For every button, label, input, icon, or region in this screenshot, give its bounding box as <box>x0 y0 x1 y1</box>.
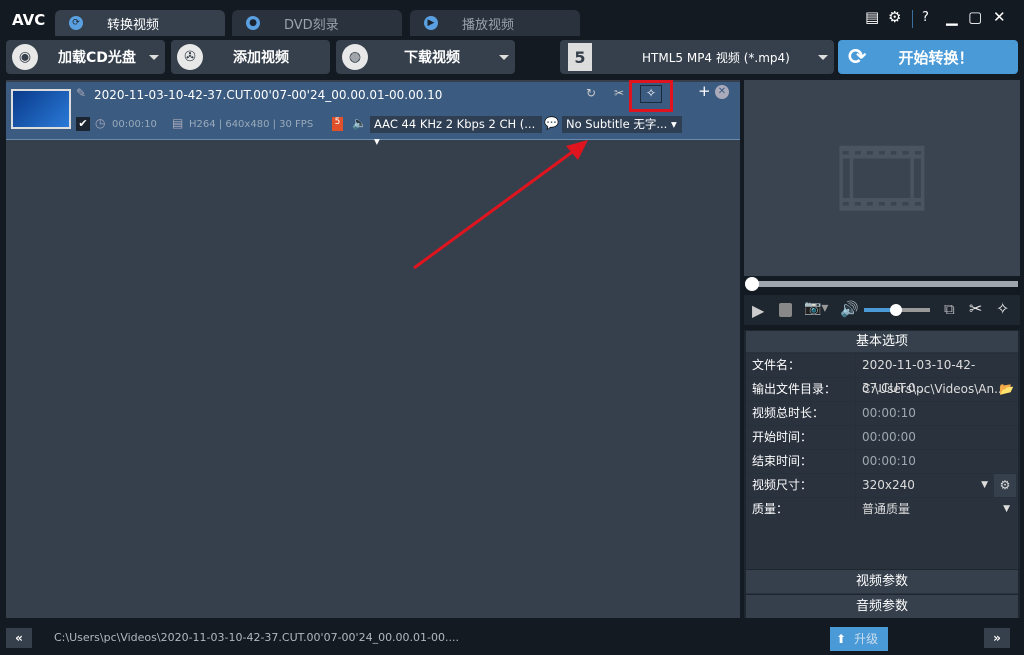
effects-wand-icon[interactable]: ✧ <box>996 299 1009 318</box>
collapse-left-button[interactable]: « <box>6 628 32 648</box>
option-row: 开始时间： 00:00:00 <box>746 425 1018 449</box>
value-text: C:\Users\pc\Videos\An... <box>862 382 1006 396</box>
chevron-down-icon[interactable]: ▼ <box>1003 498 1010 521</box>
film-reel-icon: 🎞 <box>824 125 940 231</box>
option-row: 质量： 普通质量 ▼ <box>746 497 1018 521</box>
seek-bar[interactable] <box>746 281 1018 287</box>
option-row: 文件名： 2020-11-03-10-42-37.CUT.0... <box>746 353 1018 395</box>
start-convert-button[interactable]: ⟳ 开始转换！ <box>838 40 1018 74</box>
option-value: 00:00:00 <box>856 426 1018 449</box>
option-row: 视频尺寸： 320x240 ▼ ⚙ <box>746 473 1018 497</box>
option-row: 结束时间： 00:00:10 <box>746 449 1018 473</box>
arrow-up-icon: ⬆ <box>836 632 847 646</box>
option-label: 文件名： <box>746 354 856 377</box>
label: 开始转换！ <box>898 48 974 67</box>
divider <box>912 10 913 28</box>
volume-handle[interactable] <box>890 304 902 316</box>
option-label: 开始时间： <box>746 426 856 449</box>
value-text: 00:00:00 <box>862 430 916 444</box>
seek-handle[interactable] <box>745 277 759 291</box>
options-title: 基本选项 <box>746 331 1018 352</box>
option-value: 00:00:10 <box>856 450 1018 473</box>
option-value[interactable]: C:\Users\pc\Videos\An... 📂 <box>856 378 1018 401</box>
snapshot-icon[interactable]: 📷▾ <box>804 300 828 316</box>
audio-params-button[interactable]: 音频参数 <box>746 594 1018 618</box>
folder-icon[interactable]: 📂 <box>999 378 1014 401</box>
preview-area: 🎞 <box>744 80 1020 276</box>
close-button[interactable]: ✕ <box>993 8 1006 26</box>
option-label: 视频尺寸： <box>746 474 856 497</box>
status-path: C:\Users\pc\Videos\2020-11-03-10-42-37.C… <box>54 631 460 644</box>
option-label: 质量： <box>746 498 856 521</box>
option-label: 输出文件目录： <box>746 378 856 401</box>
stop-button[interactable] <box>779 303 792 317</box>
value-text: 320x240 <box>862 478 915 492</box>
value-text: 00:00:10 <box>862 406 916 420</box>
register-icon[interactable]: ▤ <box>865 8 879 26</box>
option-row: 视频总时长： 00:00:10 <box>746 401 1018 425</box>
option-label: 视频总时长： <box>746 402 856 425</box>
upgrade-button[interactable]: ⬆ 升级 <box>830 627 888 651</box>
option-row: 输出文件目录： C:\Users\pc\Videos\An... 📂 <box>746 377 1018 401</box>
window-mode-icon[interactable]: ⧉ <box>944 300 955 318</box>
collapse-right-button[interactable]: » <box>984 628 1010 648</box>
label: 升级 <box>854 632 879 646</box>
refresh-icon: ⟳ <box>848 44 867 70</box>
gear-icon[interactable]: ⚙ <box>888 8 901 26</box>
minimize-button[interactable]: ▁ <box>946 8 958 26</box>
value-text: 00:00:10 <box>862 454 916 468</box>
option-value[interactable]: 2020-11-03-10-42-37.CUT.0... <box>856 354 1018 395</box>
annotation-arrow <box>413 140 588 270</box>
option-value[interactable]: 普通质量 ▼ <box>856 498 1018 521</box>
video-params-button[interactable]: 视频参数 <box>746 569 1018 593</box>
chevron-down-icon <box>818 55 828 60</box>
chevron-down-icon[interactable]: ▼ <box>981 474 988 497</box>
maximize-button[interactable]: ▢ <box>968 8 982 26</box>
value-text: 普通质量 <box>862 502 911 516</box>
volume-icon[interactable]: 🔊 <box>840 300 859 318</box>
play-button[interactable]: ▶ <box>752 301 764 320</box>
scissors-icon[interactable]: ✂ <box>969 299 982 318</box>
option-label: 结束时间： <box>746 450 856 473</box>
help-button[interactable]: ? <box>922 10 929 25</box>
option-value: 00:00:10 <box>856 402 1018 425</box>
option-value[interactable]: 320x240 ▼ ⚙ <box>856 474 1018 497</box>
gear-icon[interactable]: ⚙ <box>994 474 1016 497</box>
